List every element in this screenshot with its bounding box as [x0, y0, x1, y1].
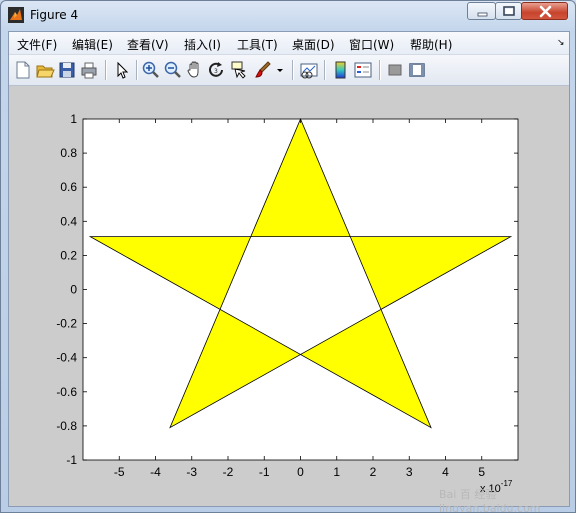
- toolbar-separator: [324, 60, 326, 80]
- figure-canvas[interactable]: -5 -4 -3 -2 -1 0 1 2 3 4 5 1 0.8 0.6 0.4 0.2 0 -0.2 -0.4 -…: [9, 86, 569, 512]
- toolbar-separator: [105, 60, 107, 80]
- figure-toolbar: 3: [9, 55, 569, 86]
- maximize-button[interactable]: [495, 2, 522, 20]
- print-icon[interactable]: [79, 60, 99, 80]
- window-title: Figure 4: [30, 8, 79, 22]
- link-plot-icon[interactable]: [299, 60, 319, 80]
- x-tick-label: 2: [370, 465, 377, 479]
- y-tick-label: 0: [70, 283, 77, 297]
- watermark: Bai 百 经验 jingyan.baidu.com: [439, 488, 541, 513]
- x-tick-label: 3: [406, 465, 413, 479]
- legend-icon[interactable]: [353, 60, 373, 80]
- x-tick-label: -5: [114, 465, 125, 479]
- figure-window: Figure 4 文件(F) 编辑(E) 查看(V) 插入(I) 工具(T) 桌…: [0, 0, 576, 513]
- close-icon: [539, 5, 552, 18]
- y-tick-label: 0.2: [60, 248, 77, 262]
- y-tick-label: 0.4: [60, 214, 77, 228]
- y-tick-label: -0.4: [56, 351, 77, 365]
- new-figure-icon[interactable]: [13, 60, 33, 80]
- zoom-in-icon[interactable]: [141, 60, 161, 80]
- minimize-icon: [477, 12, 488, 17]
- hide-plot-tools-icon[interactable]: [385, 60, 405, 80]
- close-button[interactable]: [521, 2, 568, 20]
- toolbar-separator: [292, 60, 294, 80]
- y-tick-label: 0.6: [60, 180, 77, 194]
- y-tick-label: 0.8: [60, 146, 77, 160]
- figure-client: 文件(F) 编辑(E) 查看(V) 插入(I) 工具(T) 桌面(D) 窗口(W…: [8, 31, 570, 512]
- toolbar-separator: [379, 60, 381, 80]
- menu-file[interactable]: 文件(F): [17, 36, 57, 53]
- y-tick-label: -0.8: [56, 419, 77, 433]
- menu-desktop[interactable]: 桌面(D): [292, 36, 335, 53]
- x-tick-label: -1: [259, 465, 270, 479]
- x-tick-label: 1: [333, 465, 340, 479]
- open-file-icon[interactable]: [35, 60, 55, 80]
- x-tick-label: -3: [186, 465, 197, 479]
- pan-hand-icon[interactable]: [185, 60, 205, 80]
- x-tick-label: 4: [442, 465, 449, 479]
- matlab-icon: [8, 7, 24, 23]
- brush-dropdown-icon[interactable]: [275, 60, 285, 80]
- x-tick-label: -2: [223, 465, 234, 479]
- toolbar-separator: [136, 60, 138, 80]
- y-tick-label: -1: [66, 453, 77, 467]
- y-tick-label: -0.2: [56, 317, 77, 331]
- title-bar[interactable]: Figure 4: [1, 1, 575, 31]
- menu-view[interactable]: 查看(V): [127, 36, 169, 53]
- data-cursor-icon[interactable]: [229, 60, 249, 80]
- rotate-3d-icon[interactable]: 3: [207, 60, 227, 80]
- save-icon[interactable]: [57, 60, 77, 80]
- show-plot-tools-icon[interactable]: [407, 60, 427, 80]
- menu-collapse-icon[interactable]: ↘: [557, 38, 565, 48]
- x-tick-label: -4: [150, 465, 161, 479]
- svg-text:3: 3: [214, 68, 218, 75]
- menu-bar: 文件(F) 编辑(E) 查看(V) 插入(I) 工具(T) 桌面(D) 窗口(W…: [9, 32, 569, 55]
- brush-icon[interactable]: [253, 60, 273, 80]
- y-tick-label: 1: [70, 112, 77, 126]
- y-tick-label: -0.6: [56, 385, 77, 399]
- zoom-out-icon[interactable]: [163, 60, 183, 80]
- menu-insert[interactable]: 插入(I): [184, 36, 221, 53]
- edit-plot-arrow-icon[interactable]: [112, 60, 132, 80]
- menu-help[interactable]: 帮助(H): [410, 36, 452, 53]
- menu-edit[interactable]: 编辑(E): [72, 36, 113, 53]
- x-tick-label: 0: [297, 465, 304, 479]
- menu-window[interactable]: 窗口(W): [349, 36, 394, 53]
- menu-tools[interactable]: 工具(T): [237, 36, 278, 53]
- x-tick-label: 5: [478, 465, 485, 479]
- minimize-button[interactable]: [467, 2, 496, 20]
- colorbar-icon[interactable]: [331, 60, 351, 80]
- star-plot[interactable]: -5 -4 -3 -2 -1 0 1 2 3 4 5 1 0.8 0.6 0.4 0.2 0 -0.2 -0.4 -…: [9, 86, 569, 506]
- maximize-icon: [503, 6, 515, 16]
